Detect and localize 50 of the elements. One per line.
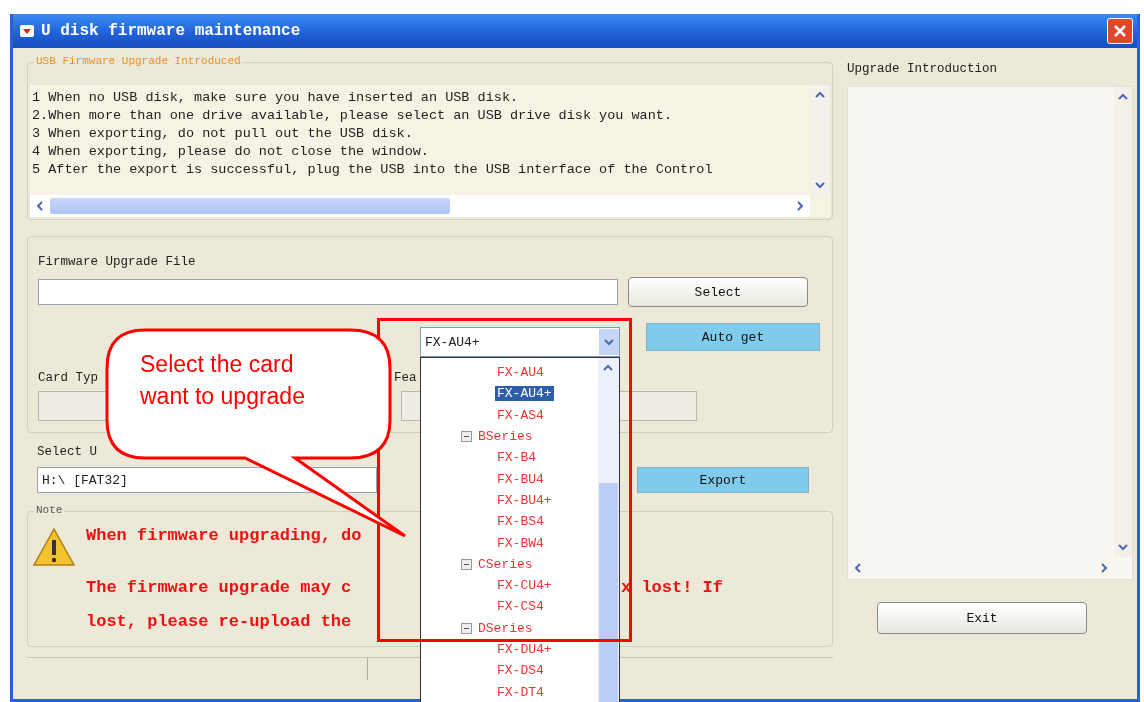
field-label: Firmware Upgrade File <box>38 255 197 269</box>
file-path-field[interactable] <box>38 279 618 305</box>
exit-button[interactable]: Exit <box>877 602 1087 634</box>
tree-item[interactable]: CSeries <box>476 556 535 572</box>
close-icon <box>1113 24 1127 38</box>
collapse-icon[interactable] <box>461 558 472 570</box>
intro-line: 4 When exporting, please do not close the window. <box>32 143 430 161</box>
tree-item[interactable]: BSeries <box>476 429 535 445</box>
panel-label: Upgrade Introduction <box>847 62 999 76</box>
tree-item[interactable]: FX-BU4 <box>495 471 546 487</box>
warning-text: The firmware upgrade may c <box>86 578 353 599</box>
vertical-scrollbar[interactable] <box>598 358 619 702</box>
intro-line: 3 When exporting, do not pull out the USB disk. <box>32 125 414 143</box>
warning-text: lost, please re-upload the <box>86 612 353 633</box>
collapse-icon[interactable] <box>461 622 472 634</box>
tree-item[interactable]: FX-B4 <box>495 450 538 466</box>
export-button[interactable]: Export <box>637 467 809 493</box>
collapse-icon[interactable] <box>461 431 472 443</box>
tree-item[interactable]: FX-AS4 <box>495 407 546 423</box>
tree-item[interactable]: FX-BW4 <box>495 535 546 551</box>
group-legend: USB Firmware Upgrade Introduced <box>34 55 243 67</box>
tree-item[interactable]: FX-DT4 <box>495 684 546 700</box>
horizontal-scrollbar[interactable] <box>30 195 810 217</box>
select-button[interactable]: Select <box>628 277 808 307</box>
tree-item[interactable]: FX-CU4+ <box>495 578 554 594</box>
vertical-scrollbar[interactable] <box>810 85 830 195</box>
field-label: Card Typ <box>38 371 99 385</box>
close-button[interactable] <box>1107 18 1133 44</box>
warning-icon <box>32 526 76 568</box>
group-legend: Note <box>34 504 65 516</box>
intro-line: 2.When more than one drive available, please select an USB drive disk you want. <box>32 107 673 125</box>
window-title: U disk firmware maintenance <box>41 22 302 40</box>
warning-text: When firmware upgrading, do <box>86 526 363 547</box>
app-icon <box>19 23 35 39</box>
field-label: Select U <box>37 445 97 459</box>
tree-item[interactable]: FX-AU4 <box>495 365 546 381</box>
tree-item[interactable]: FX-BU4+ <box>495 492 554 508</box>
tree-item[interactable]: FX-AU4+ <box>495 386 554 402</box>
intro-line: 1 When no USB disk, make sure you have inserted an USB disk. <box>32 89 520 107</box>
tree-item[interactable]: FX-BS4 <box>495 514 546 530</box>
tree-item[interactable]: FX-DU4+ <box>495 642 554 657</box>
field-label: Fea <box>394 371 417 385</box>
card-type-dropdown[interactable]: FX-AU4+ <box>420 327 620 357</box>
vertical-scrollbar[interactable] <box>1114 87 1132 557</box>
tree-item[interactable]: FX-DS4 <box>495 663 546 679</box>
auto-get-button[interactable]: Auto get <box>646 323 820 351</box>
tree-item[interactable]: FX-CS4 <box>495 599 546 615</box>
intro-line: 5 After the export is successful, plug the USB into the USB interface of the Control <box>32 161 714 179</box>
tree-item[interactable]: DSeries <box>476 620 535 636</box>
callout-text: Select the card want to upgrade <box>140 350 306 411</box>
